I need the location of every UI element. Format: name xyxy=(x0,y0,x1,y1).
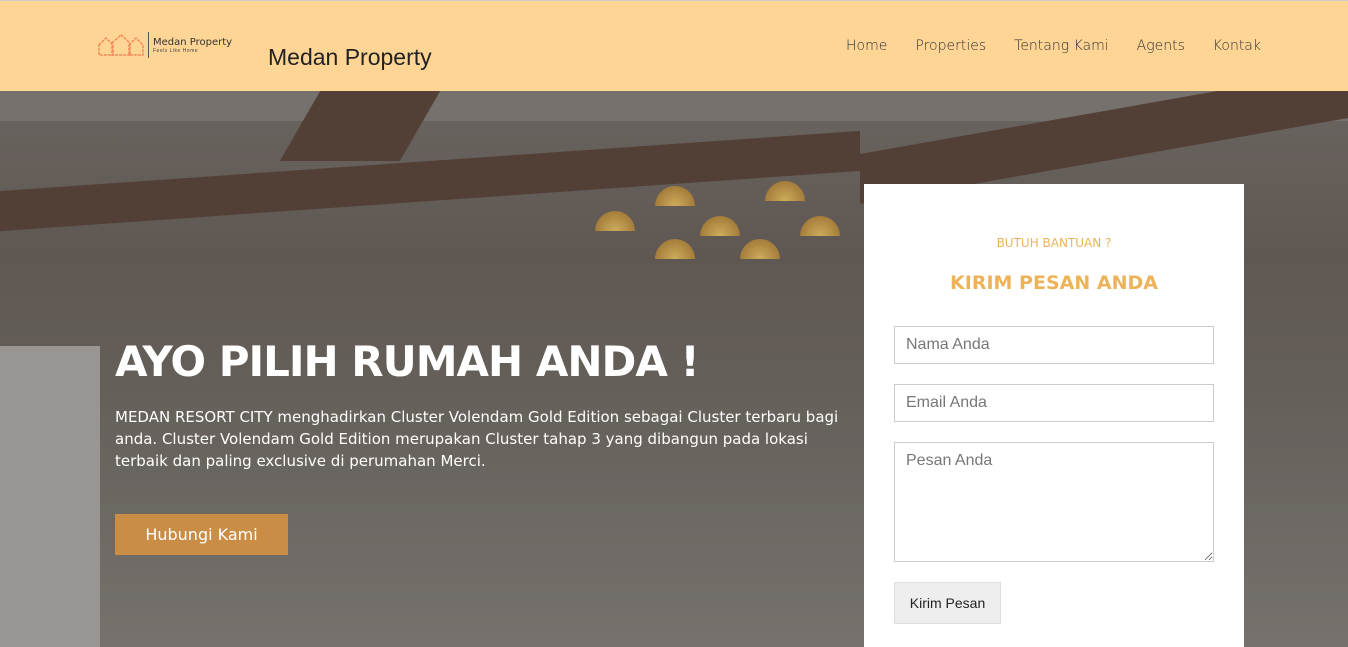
nav-agents[interactable]: Agents xyxy=(1137,38,1185,54)
email-input[interactable] xyxy=(894,384,1214,422)
hero-description: MEDAN RESORT CITY menghadirkan Cluster V… xyxy=(115,408,839,470)
contact-us-button[interactable]: Hubungi Kami xyxy=(115,514,288,555)
nav-tentang-kami[interactable]: Tentang Kami xyxy=(1014,38,1109,54)
logo-tagline: Feels Like Home xyxy=(153,47,199,54)
form-subtitle: BUTUH BANTUAN ? xyxy=(996,236,1112,250)
name-input[interactable] xyxy=(894,326,1214,364)
nav-properties[interactable]: Properties xyxy=(915,38,986,54)
contact-form-card: BUTUH BANTUAN ? KIRIM PESAN ANDA Kirim P… xyxy=(864,184,1244,647)
send-message-button[interactable]: Kirim Pesan xyxy=(894,582,1001,624)
logo-name: Medan Property xyxy=(153,36,233,48)
nav-home[interactable]: Home xyxy=(846,38,887,54)
logo[interactable]: Medan Property Feels Like Home xyxy=(98,32,232,58)
site-title: Medan Property xyxy=(268,44,432,70)
site-header: Medan Property Feels Like Home Medan Pro… xyxy=(0,0,1348,91)
houses-logo-icon xyxy=(98,33,144,56)
hero-title: AYO PILIH RUMAH ANDA ! xyxy=(115,337,700,386)
message-textarea[interactable] xyxy=(894,442,1214,562)
main-nav: Home Properties Tentang Kami Agents Kont… xyxy=(846,38,1261,54)
form-title: KIRIM PESAN ANDA xyxy=(950,272,1158,294)
nav-kontak[interactable]: Kontak xyxy=(1213,38,1261,54)
